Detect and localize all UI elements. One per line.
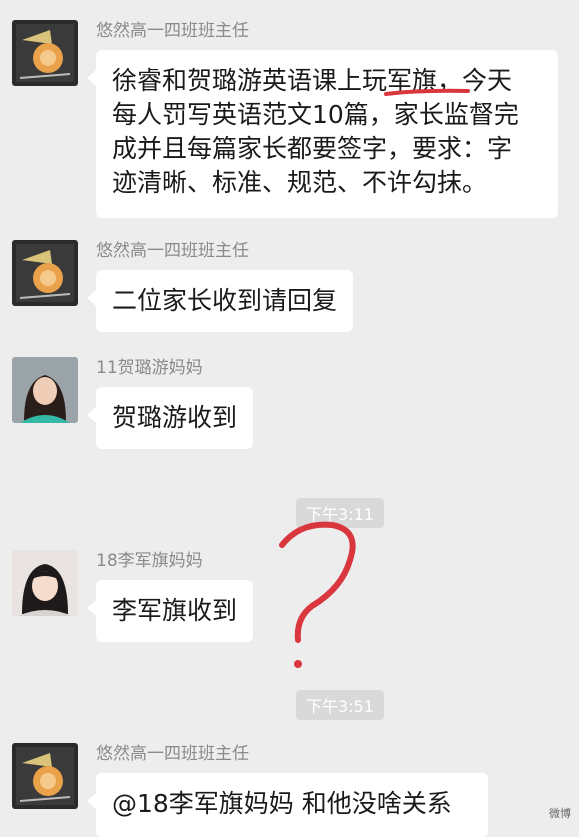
- parent-avatar[interactable]: [12, 357, 78, 423]
- message-line: 迹清晰、标准、规范、不许勾抹。: [112, 168, 488, 197]
- message-line: 徐睿和贺璐游英语课上玩军旗，今天: [112, 66, 513, 95]
- teacher-avatar-icon: [12, 240, 78, 306]
- sender-name: 悠然高一四班班主任: [96, 744, 249, 764]
- teacher-avatar-icon: [12, 20, 78, 86]
- message-bubble[interactable]: @18李军旗妈妈 和他没啥关系: [87, 773, 488, 837]
- message-line: @18李军旗妈妈 和他没啥关系: [112, 789, 452, 818]
- message-line: 每人罚写英语范文10篇，家长监督完: [112, 100, 519, 129]
- watermark: 微博: [549, 807, 571, 820]
- message-bubble[interactable]: 贺璐游收到: [86, 387, 254, 449]
- message-line: 贺璐游收到: [112, 403, 238, 432]
- teacher-avatar[interactable]: [12, 743, 78, 809]
- parent-avatar-icon: [12, 550, 78, 616]
- message-line: 李军旗收到: [112, 596, 238, 625]
- sender-name: 11贺璐游妈妈: [96, 358, 203, 378]
- message-line: 二位家长收到请回复: [112, 286, 338, 315]
- question-mark-annotation: [279, 521, 356, 643]
- sender-name: 悠然高一四班班主任: [96, 241, 249, 261]
- sender-name: 悠然高一四班班主任: [96, 21, 249, 41]
- message-line: 成并且每篇家长都要签字，要求：字: [112, 134, 513, 163]
- timestamp: 下午3:51: [296, 690, 384, 720]
- teacher-avatar[interactable]: [12, 20, 78, 86]
- sender-name: 18李军旗妈妈: [96, 551, 203, 571]
- parent-avatar-icon: [12, 357, 78, 423]
- parent-avatar[interactable]: [12, 550, 78, 616]
- message-bubble[interactable]: 李军旗收到: [86, 580, 254, 642]
- timestamp: 下午3:11: [296, 498, 384, 528]
- message-bubble[interactable]: 徐睿和贺璐游英语课上玩军旗，今天 每人罚写英语范文10篇，家长监督完 成并且每篇…: [87, 50, 558, 218]
- teacher-avatar-icon: [12, 743, 78, 809]
- message-bubble[interactable]: 二位家长收到请回复: [86, 270, 354, 332]
- question-mark-dot: [294, 660, 302, 668]
- teacher-avatar[interactable]: [12, 240, 78, 306]
